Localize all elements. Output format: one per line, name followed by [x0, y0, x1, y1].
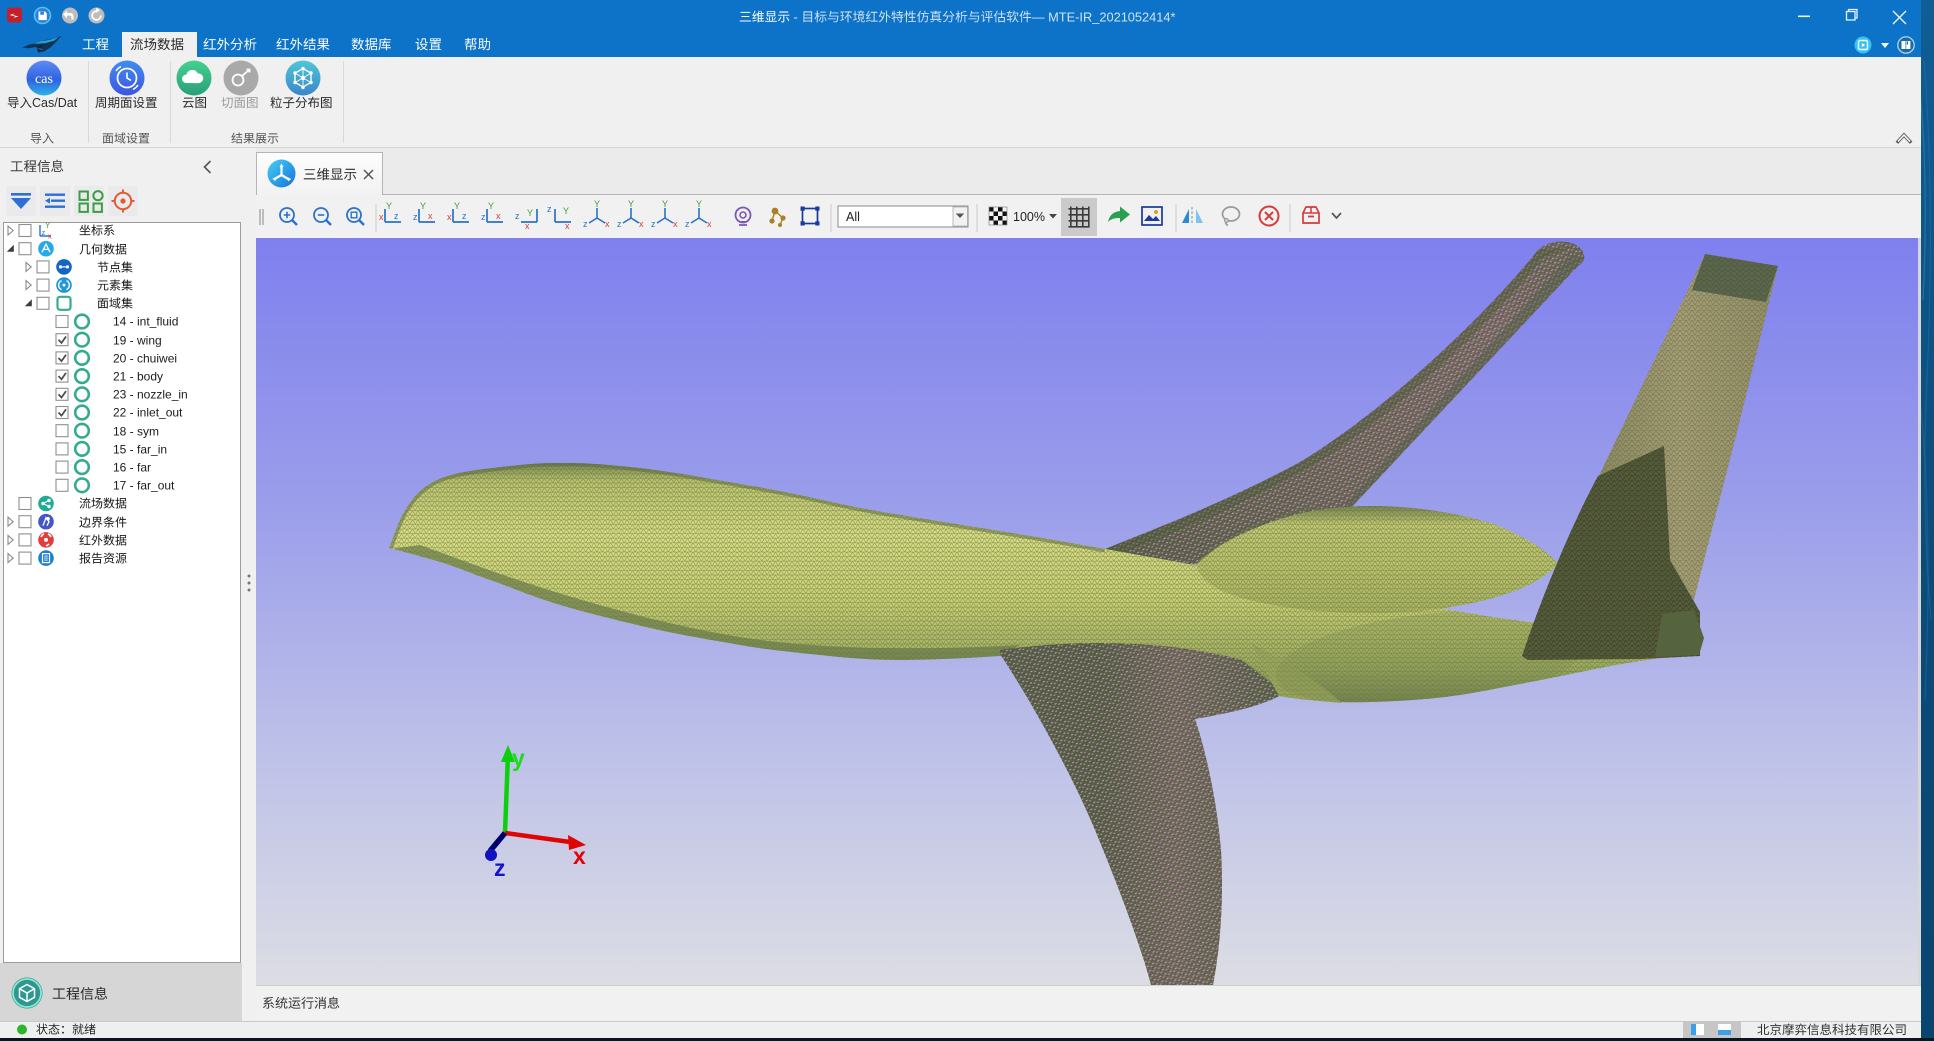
- svg-text:Y: Y: [454, 201, 460, 211]
- svg-text:Y: Y: [628, 199, 634, 209]
- svg-text:Y: Y: [696, 199, 702, 209]
- svg-text:18 - sym: 18 - sym: [113, 424, 159, 438]
- svg-text:20 - chuiwei: 20 - chuiwei: [113, 351, 177, 365]
- svg-text:x: x: [496, 211, 501, 221]
- svg-text:22 - inlet_out: 22 - inlet_out: [113, 406, 183, 420]
- svg-text:x: x: [707, 219, 712, 229]
- svg-text:Y: Y: [527, 208, 533, 218]
- svg-text:Y: Y: [488, 201, 494, 211]
- svg-text:16 - far: 16 - far: [113, 461, 151, 475]
- svg-text:23 - nozzle_in: 23 - nozzle_in: [113, 388, 188, 402]
- svg-text:z: z: [394, 211, 399, 221]
- svg-text:z: z: [583, 219, 588, 229]
- svg-text:Y: Y: [45, 222, 51, 230]
- svg-text:y: y: [512, 745, 525, 771]
- svg-text:21 - body: 21 - body: [113, 370, 163, 384]
- svg-text:x: x: [565, 221, 570, 231]
- svg-text:z: z: [515, 211, 520, 221]
- svg-text:Y: Y: [662, 199, 668, 209]
- svg-text:x: x: [379, 212, 384, 222]
- svg-text:z: z: [42, 228, 46, 237]
- svg-text:Cas/Dat: Cas/Dat: [32, 96, 78, 110]
- svg-text:z: z: [547, 204, 552, 214]
- svg-text:Y: Y: [386, 201, 392, 211]
- svg-text:-: -: [790, 9, 801, 24]
- svg-text:z: z: [413, 212, 418, 222]
- svg-text:x: x: [447, 212, 452, 222]
- svg-text:19 - wing: 19 - wing: [113, 333, 162, 347]
- svg-text:x: x: [573, 843, 586, 869]
- svg-text:100%: 100%: [1013, 210, 1045, 224]
- svg-text:x: x: [428, 211, 433, 221]
- svg-text:17 - far_out: 17 - far_out: [113, 479, 175, 493]
- svg-text:z: z: [462, 211, 467, 221]
- svg-text:All: All: [846, 210, 860, 224]
- svg-text:x: x: [639, 219, 644, 229]
- svg-text:Y: Y: [420, 201, 426, 211]
- svg-text:z: z: [494, 855, 506, 881]
- svg-text:— MTE-IR_2021052414*: — MTE-IR_2021052414*: [1032, 9, 1176, 24]
- svg-text:15 - far_in: 15 - far_in: [113, 442, 167, 456]
- svg-text:x: x: [673, 219, 678, 229]
- svg-text:z: z: [617, 219, 622, 229]
- svg-text:x: x: [48, 232, 52, 241]
- svg-text:x: x: [525, 221, 530, 231]
- svg-text:z: z: [651, 219, 656, 229]
- svg-text:cas: cas: [35, 72, 53, 87]
- svg-text:14 - int_fluid: 14 - int_fluid: [113, 315, 178, 329]
- svg-text:z: z: [481, 212, 486, 222]
- svg-text:Y: Y: [563, 206, 569, 216]
- svg-text:z: z: [685, 219, 690, 229]
- svg-text:x: x: [605, 219, 610, 229]
- svg-text:Y: Y: [594, 199, 600, 209]
